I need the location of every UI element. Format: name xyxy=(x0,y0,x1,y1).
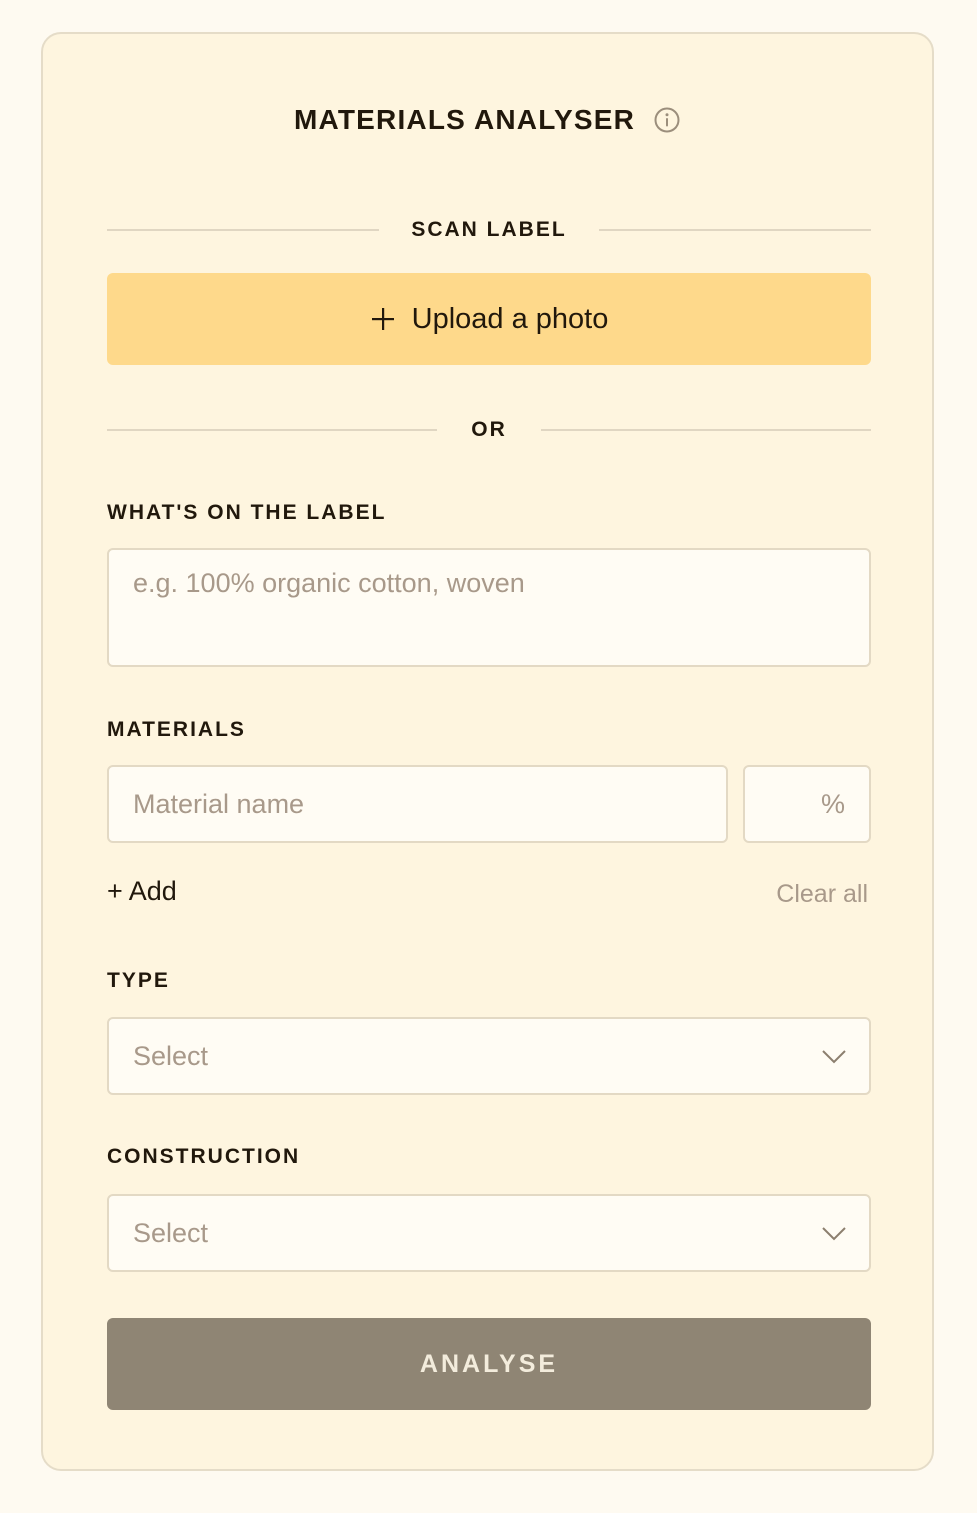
chevron-down-icon xyxy=(821,1043,847,1069)
page-title: MATERIALS ANALYSER xyxy=(293,104,636,135)
type-selected-value: Select xyxy=(133,1040,209,1071)
materials-heading: MATERIALS xyxy=(107,718,246,741)
label-text-placeholder: e.g. 100% organic cotton, woven xyxy=(133,568,525,598)
type-heading: TYPE xyxy=(107,969,170,992)
scan-label-divider: SCAN LABEL xyxy=(107,215,871,245)
divider-line-right xyxy=(540,429,871,431)
header: MATERIALS ANALYSER xyxy=(43,104,932,136)
upload-photo-button[interactable]: Upload a photo xyxy=(107,273,871,365)
divider-line-left xyxy=(107,229,380,231)
construction-select[interactable]: Select xyxy=(107,1194,871,1272)
material-name-placeholder: Material name xyxy=(133,788,305,819)
info-circle-icon[interactable] xyxy=(653,106,681,134)
clear-all-button[interactable]: Clear all xyxy=(776,880,868,909)
add-material-button[interactable]: + Add xyxy=(107,876,177,907)
material-percent-input[interactable]: % xyxy=(743,765,871,843)
chevron-down-icon xyxy=(821,1220,847,1246)
label-text-heading: WHAT'S ON THE LABEL xyxy=(107,501,387,524)
construction-heading: CONSTRUCTION xyxy=(107,1145,301,1168)
scan-label-heading: SCAN LABEL xyxy=(411,218,567,241)
or-label: OR xyxy=(471,418,507,441)
label-text-input[interactable]: e.g. 100% organic cotton, woven xyxy=(107,548,871,667)
material-percent-placeholder: % xyxy=(820,788,845,819)
divider-line-right xyxy=(598,229,871,231)
plus-icon xyxy=(370,306,396,332)
analyser-card: MATERIALS ANALYSER SCAN LABEL Upload a p… xyxy=(41,32,934,1471)
construction-selected-value: Select xyxy=(133,1217,209,1248)
analyse-button[interactable]: ANALYSE xyxy=(107,1318,871,1410)
or-divider: OR xyxy=(107,415,871,445)
divider-line-left xyxy=(107,429,438,431)
upload-photo-label: Upload a photo xyxy=(411,302,609,335)
material-name-input[interactable]: Material name xyxy=(107,765,728,843)
type-select[interactable]: Select xyxy=(107,1017,871,1095)
